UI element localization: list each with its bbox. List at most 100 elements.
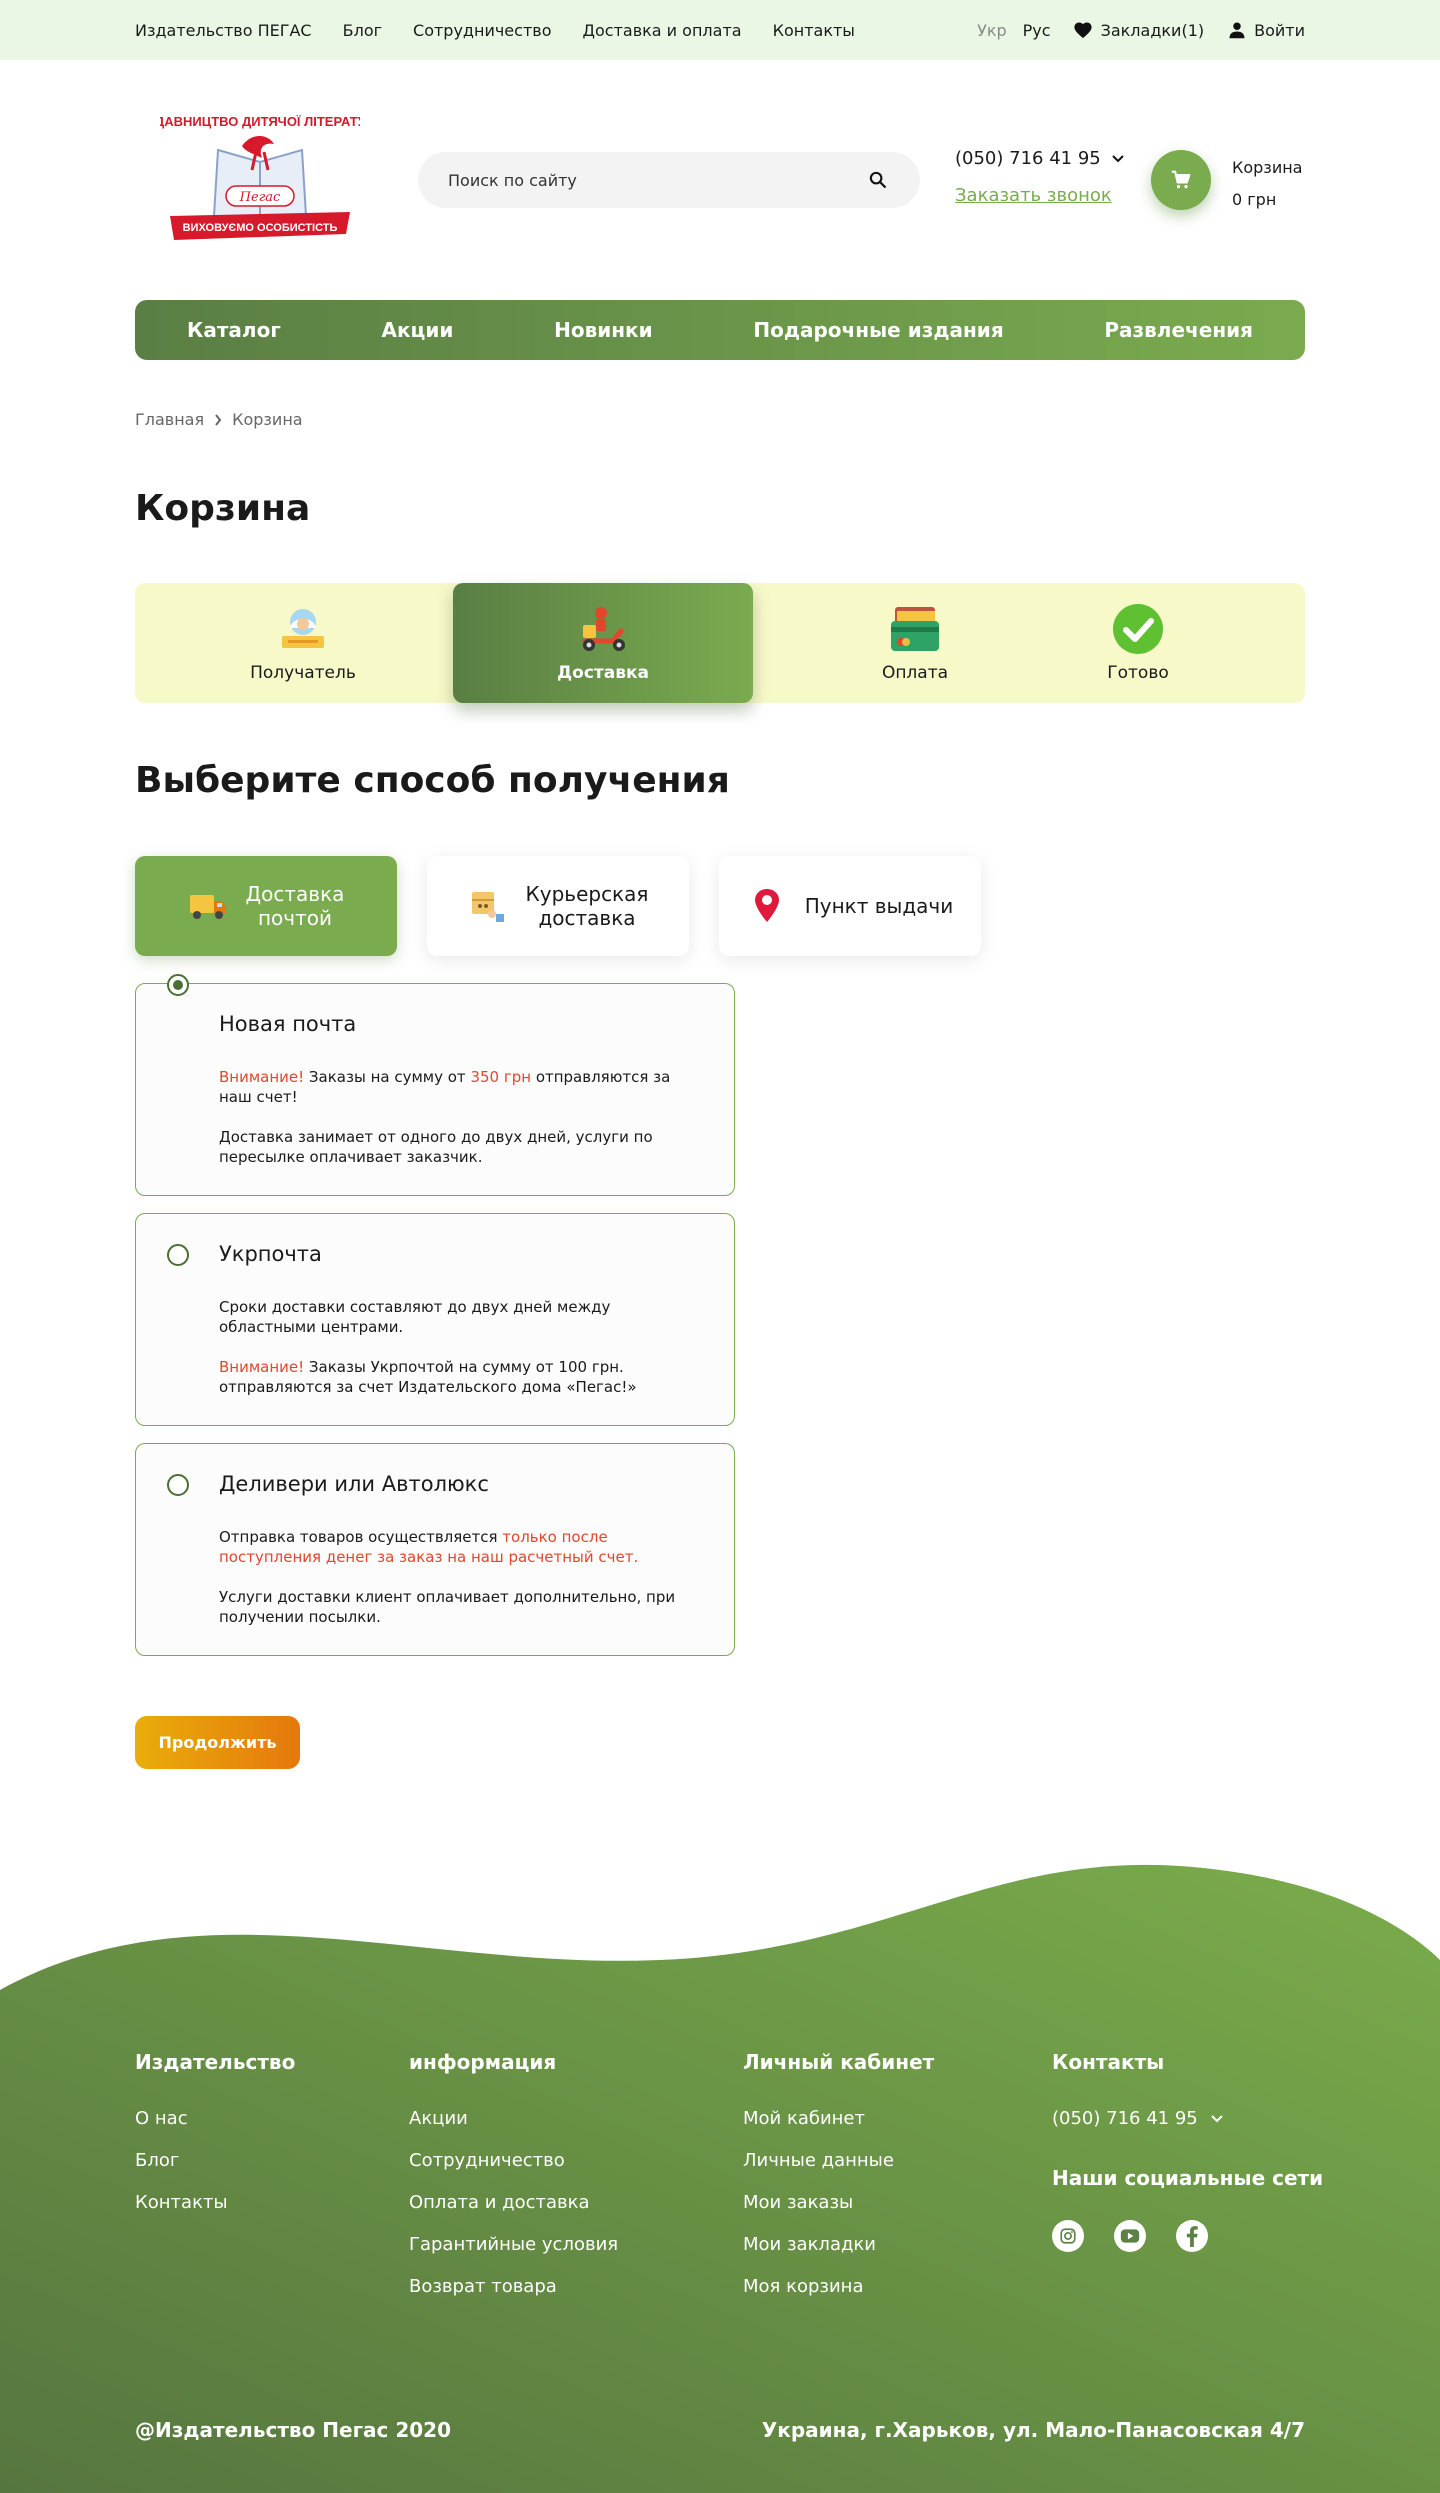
login-link[interactable]: Войти bbox=[1228, 21, 1305, 40]
check-icon bbox=[1112, 603, 1164, 655]
chevron-down-icon bbox=[1211, 2114, 1223, 2122]
option-description: Услуги доставки клиент оплачивает дополн… bbox=[219, 1588, 676, 1626]
checkout-steps: Получатель Доставка Оплата Готово bbox=[135, 583, 1305, 703]
breadcrumb-home[interactable]: Главная bbox=[135, 410, 204, 429]
footer-col-title: Издательство bbox=[135, 2050, 296, 2074]
login-label: Войти bbox=[1254, 20, 1305, 40]
footer-col-title: Контакты bbox=[1052, 2050, 1165, 2074]
phone-dropdown[interactable]: (050) 716 41 95 bbox=[955, 148, 1125, 169]
footer-col-title: Личный кабинет bbox=[743, 2050, 935, 2074]
top-link-delivery[interactable]: Доставка и оплата bbox=[582, 21, 741, 40]
lang-rus[interactable]: Рус bbox=[1023, 21, 1051, 40]
step-recipient[interactable]: Получатель bbox=[153, 583, 453, 703]
continue-button[interactable]: Продолжить bbox=[135, 1716, 300, 1769]
footer-col-info: информация Акции Сотрудничество Оплата и… bbox=[409, 2050, 618, 2318]
option-description: Доставка занимает от одного до двух дней… bbox=[219, 1128, 653, 1166]
address: Украина, г.Харьков, ул. Мало-Панасовская… bbox=[761, 2418, 1305, 2442]
youtube-icon bbox=[1120, 2229, 1140, 2243]
user-icon bbox=[1229, 22, 1245, 39]
recipient-icon bbox=[277, 603, 329, 655]
method-tab-pickup[interactable]: Пункт выдачи bbox=[719, 856, 981, 956]
top-link-publisher[interactable]: Издательство ПЕГАС bbox=[135, 21, 312, 40]
search-bar bbox=[418, 152, 920, 208]
logo-bottom-text: ВИХОВУЄМО ОСОБИСТІСТЬ bbox=[183, 222, 338, 234]
breadcrumb: Главная Корзина bbox=[135, 410, 303, 429]
top-bar: Издательство ПЕГАС Блог Сотрудничество Д… bbox=[0, 0, 1440, 60]
radio-delivery-autolux[interactable] bbox=[167, 1474, 189, 1496]
location-pin-icon bbox=[747, 886, 787, 926]
cart-label: Корзина bbox=[1232, 158, 1303, 177]
chevron-right-icon bbox=[215, 413, 222, 426]
footer-link-payment-delivery[interactable]: Оплата и доставка bbox=[409, 2192, 618, 2214]
top-link-blog[interactable]: Блог bbox=[343, 21, 382, 40]
step-done[interactable]: Готово bbox=[988, 583, 1288, 703]
footer-link-my-cart[interactable]: Моя корзина bbox=[743, 2276, 934, 2298]
logo-brand: Пегас bbox=[239, 190, 281, 205]
delivery-option-delivery-autolux[interactable]: Деливери или Автолюкс Отправка товаров о… bbox=[135, 1443, 735, 1656]
step-label: Оплата bbox=[881, 663, 949, 683]
delivery-option-nova-poshta[interactable]: Новая почта Внимание! Заказы на сумму от… bbox=[135, 974, 735, 1196]
method-label: Курьерская доставка bbox=[525, 882, 649, 930]
logo[interactable]: ВИДАВНИЦТВО ДИТЯЧОЇ ЛІТЕРАТУРИ Пегас ВИХ… bbox=[136, 108, 384, 248]
footer-col-publisher: Издательство О нас Блог Контакты bbox=[135, 2050, 295, 2234]
radio-ukrposhta[interactable] bbox=[167, 1244, 189, 1266]
chevron-down-icon bbox=[1112, 154, 1124, 162]
footer-link-returns[interactable]: Возврат товара bbox=[409, 2276, 618, 2298]
cart-total: 0 грн bbox=[1232, 190, 1277, 209]
top-link-contacts[interactable]: Контакты bbox=[773, 21, 855, 40]
youtube-link[interactable] bbox=[1114, 2220, 1146, 2252]
page-title: Корзина bbox=[135, 488, 311, 529]
footer-link-cooperation[interactable]: Сотрудничество bbox=[409, 2150, 618, 2172]
footer-link-warranty[interactable]: Гарантийные условия bbox=[409, 2234, 618, 2256]
nav-entertainment[interactable]: Развлечения bbox=[1104, 318, 1253, 342]
step-delivery[interactable]: Доставка bbox=[453, 583, 753, 703]
social-links bbox=[1052, 2220, 1208, 2252]
facebook-icon bbox=[1186, 2226, 1198, 2247]
instagram-link[interactable] bbox=[1052, 2220, 1084, 2252]
footer-phone: (050) 716 41 95 bbox=[1052, 2108, 1198, 2129]
footer-link-my-bookmarks[interactable]: Мои закладки bbox=[743, 2234, 934, 2256]
nav-gift-editions[interactable]: Подарочные издания bbox=[753, 318, 1003, 342]
method-tab-post[interactable]: Доставка почтой bbox=[135, 856, 397, 956]
top-link-cooperation[interactable]: Сотрудничество bbox=[413, 21, 551, 40]
nav-catalog[interactable]: Каталог bbox=[187, 318, 281, 342]
bookmarks-label: Закладки(1) bbox=[1100, 20, 1205, 40]
cart-summary[interactable]: Корзина 0 грн bbox=[1232, 152, 1302, 216]
delivery-subtitle: Выберите способ получения bbox=[135, 760, 730, 801]
option-name: Деливери или Автолюкс bbox=[219, 1472, 489, 1496]
phone-number: (050) 716 41 95 bbox=[955, 148, 1101, 169]
option-name: Укрпочта bbox=[219, 1242, 322, 1266]
copyright: @Издательство Пегас 2020 bbox=[135, 2418, 451, 2442]
step-label: Готово bbox=[1107, 663, 1169, 683]
nav-new[interactable]: Новинки bbox=[554, 318, 653, 342]
nav-promotions[interactable]: Акции bbox=[381, 318, 453, 342]
option-description: Сроки доставки составляют до двух дней м… bbox=[219, 1298, 611, 1336]
radio-nova-poshta[interactable] bbox=[167, 974, 189, 996]
lang-ukr[interactable]: Укр bbox=[977, 21, 1007, 40]
search-button[interactable] bbox=[866, 168, 890, 192]
footer-link-my-account[interactable]: Мой кабинет bbox=[743, 2108, 934, 2130]
courier-box-icon bbox=[468, 886, 508, 926]
footer-col-title: информация bbox=[409, 2050, 557, 2074]
facebook-link[interactable] bbox=[1176, 2220, 1208, 2252]
footer-link-about[interactable]: О нас bbox=[135, 2108, 295, 2130]
cart-button[interactable] bbox=[1151, 150, 1211, 210]
footer-link-promotions[interactable]: Акции bbox=[409, 2108, 618, 2130]
footer-phone-dropdown[interactable]: (050) 716 41 95 bbox=[1052, 2108, 1224, 2129]
bookmarks-link[interactable]: Закладки(1) bbox=[1073, 20, 1205, 40]
footer-link-my-orders[interactable]: Мои заказы bbox=[743, 2192, 934, 2214]
option-name: Новая почта bbox=[219, 1012, 357, 1036]
phone-block: (050) 716 41 95 Заказать звонок bbox=[955, 148, 1125, 206]
heart-icon bbox=[1073, 22, 1092, 39]
footer-link-contacts[interactable]: Контакты bbox=[135, 2192, 295, 2214]
method-tab-courier[interactable]: Курьерская доставка bbox=[427, 856, 689, 956]
cart-icon bbox=[1171, 170, 1191, 189]
footer-link-blog[interactable]: Блог bbox=[135, 2150, 295, 2172]
top-links: Издательство ПЕГАС Блог Сотрудничество Д… bbox=[135, 0, 855, 60]
footer-link-personal-data[interactable]: Личные данные bbox=[743, 2150, 934, 2172]
search-input[interactable] bbox=[448, 170, 866, 190]
callback-link[interactable]: Заказать звонок bbox=[955, 185, 1125, 206]
option-notice: Внимание! Заказы Укрпочтой на сумму от 1… bbox=[219, 1358, 637, 1396]
delivery-option-ukrposhta[interactable]: Укрпочта Сроки доставки составляют до дв… bbox=[135, 1213, 735, 1426]
logo-top-text: ВИДАВНИЦТВО ДИТЯЧОЇ ЛІТЕРАТУРИ bbox=[160, 114, 360, 129]
